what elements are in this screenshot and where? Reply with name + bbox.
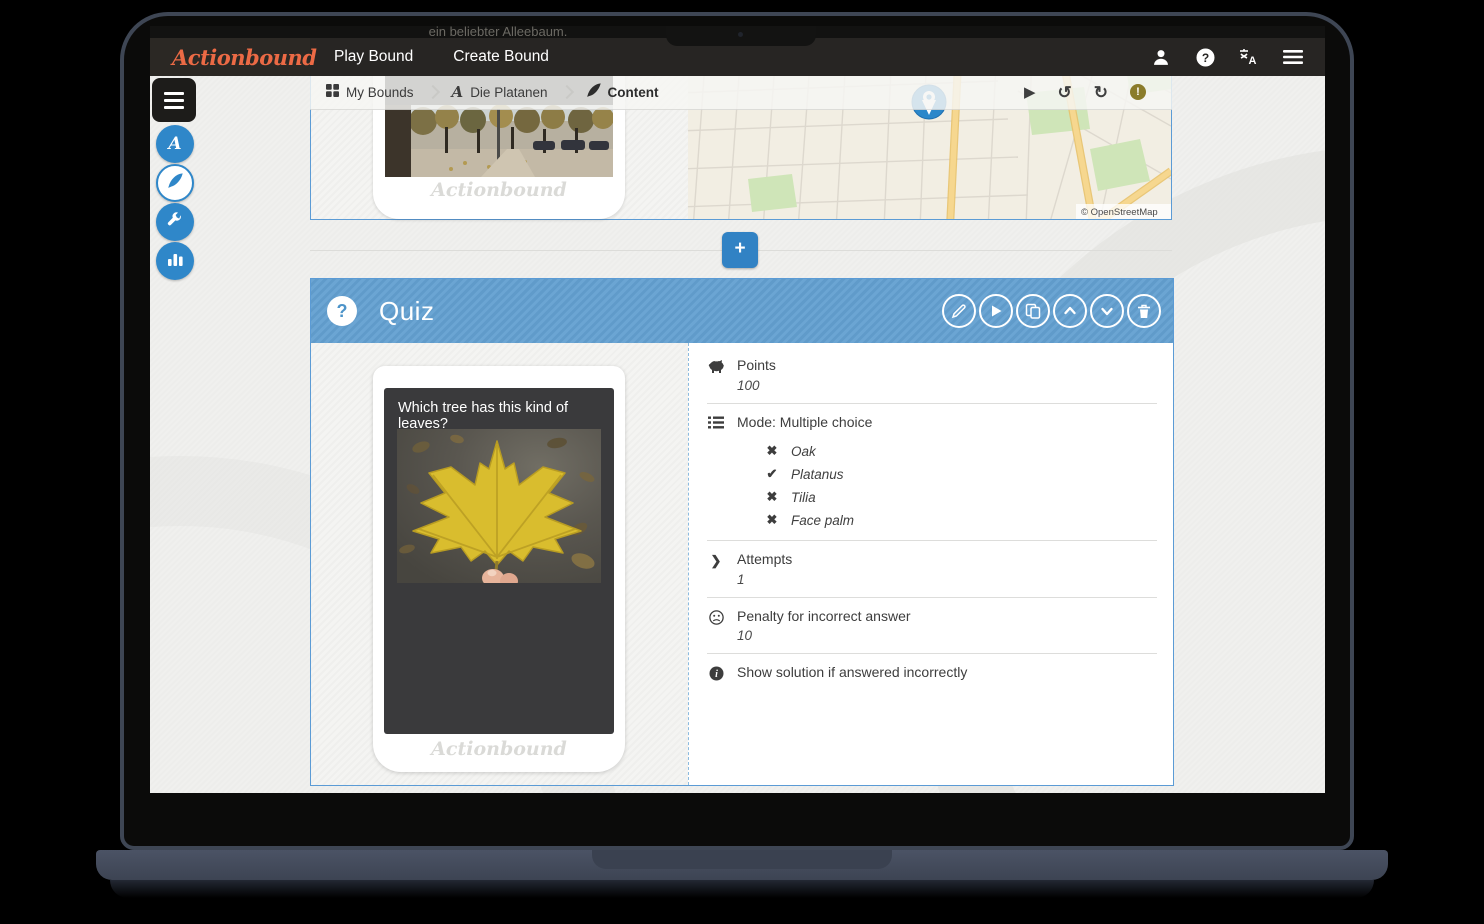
preview-play-button[interactable] (979, 294, 1013, 328)
svg-text:i: i (715, 669, 718, 680)
warning-icon[interactable]: ! (1130, 84, 1146, 100)
bound-a-icon: A (168, 134, 181, 154)
sidebar-item-content[interactable] (156, 164, 194, 202)
chevron-separator-icon (559, 85, 573, 99)
piggy-bank-icon (707, 357, 725, 373)
chevron-right-icon: ❯ (707, 551, 725, 569)
points-value: 100 (737, 378, 776, 393)
quiz-card-header: ? Quiz (311, 279, 1173, 343)
solution-label: Show solution if answered incorrectly (737, 664, 967, 682)
menu-icon[interactable] (1283, 47, 1303, 67)
wrong-mark-icon: ✖ (765, 443, 779, 459)
sidebar-menu-button[interactable] (152, 78, 196, 122)
penalty-row: Penalty for incorrect answer 10 (707, 608, 1157, 644)
camera-dot (738, 32, 743, 37)
wrong-mark-icon: ✖ (765, 489, 779, 505)
sidebar-item-statistics[interactable] (156, 242, 194, 280)
answers-list: ✖ Oak ✔ Platanus ✖ Tilia ✖ (765, 443, 1157, 528)
penalty-value: 10 (737, 628, 911, 643)
phone-preview-screen: Which tree has this kind of leaves? (384, 388, 614, 734)
solution-row: i Show solution if answered incorrectly (707, 664, 1157, 682)
points-label: Points (737, 357, 776, 375)
breadcrumb: My Bounds A Die Platanen Content ▶ ↺ ↻ ! (310, 75, 1172, 110)
svg-text:?: ? (1201, 51, 1208, 65)
sidebar-item-settings[interactable] (156, 203, 194, 241)
quiz-question-text: Which tree has this kind of leaves? (398, 400, 598, 432)
wrench-icon (167, 212, 183, 233)
question-mark-icon: ? (327, 296, 357, 326)
laptop-base-shadow (110, 880, 1374, 898)
info-icon: i (707, 664, 725, 681)
tab-play-bound[interactable]: Play Bound (334, 48, 413, 66)
mode-label: Mode: Multiple choice (737, 414, 1157, 432)
add-element-button[interactable]: + (722, 232, 758, 268)
attempts-label: Attempts (737, 551, 792, 569)
quiz-settings-pane: Points 100 Mode: Multiple choice ✖ Oak (688, 343, 1173, 785)
feather-icon (167, 173, 183, 194)
answer-row: ✖ Tilia (765, 489, 1157, 505)
frown-face-icon (707, 608, 725, 625)
list-icon (707, 414, 725, 429)
answer-row: ✖ Face palm (765, 512, 1157, 528)
attempts-row: ❯ Attempts 1 (707, 551, 1157, 587)
mode-row: Mode: Multiple choice ✖ Oak ✔ Platanus ✖ (707, 414, 1157, 531)
play-bound-icon[interactable]: ▶ (1024, 85, 1036, 100)
laptop-screen: Actionbound (150, 26, 1325, 793)
bar-chart-icon (168, 252, 183, 271)
breadcrumb-item-bound[interactable]: A Die Platanen (452, 83, 548, 101)
scrolled-partial-text: ein beliebter Alleebaum. (384, 26, 612, 38)
wrong-mark-icon: ✖ (765, 512, 779, 528)
edit-button[interactable] (942, 294, 976, 328)
tab-create-bound[interactable]: Create Bound (453, 48, 549, 66)
chevron-separator-icon (425, 85, 439, 99)
laptop-base-notch (592, 850, 892, 869)
sidebar-item-bound[interactable]: A (156, 125, 194, 163)
feather-icon (586, 83, 601, 101)
street-trees-photo (385, 105, 613, 177)
actionbound-logo[interactable]: Actionbound (150, 45, 316, 70)
penalty-label: Penalty for incorrect answer (737, 608, 911, 626)
svg-text:A: A (1249, 55, 1257, 66)
help-icon[interactable]: ? (1195, 47, 1215, 67)
map-attribution[interactable]: © OpenStreetMap (1081, 207, 1158, 218)
quiz-card: ? Quiz (310, 278, 1174, 786)
undo-icon[interactable]: ↺ (1058, 84, 1072, 101)
actionbound-watermark: Actionbound (373, 179, 625, 201)
delete-button[interactable] (1127, 294, 1161, 328)
bound-a-icon: A (452, 83, 464, 101)
correct-mark-icon: ✔ (765, 466, 779, 482)
grid-icon (326, 84, 339, 100)
actionbound-watermark: Actionbound (373, 738, 625, 760)
duplicate-button[interactable] (1016, 294, 1050, 328)
move-down-button[interactable] (1090, 294, 1124, 328)
language-icon[interactable]: A (1239, 47, 1259, 67)
quiz-preview-pane: Which tree has this kind of leaves? (311, 343, 688, 785)
phone-preview-frame: Which tree has this kind of leaves? (373, 366, 625, 772)
redo-icon[interactable]: ↻ (1094, 84, 1108, 101)
logo-box[interactable]: Actionbound (150, 38, 310, 76)
account-icon[interactable] (1151, 47, 1171, 67)
leaf-photo (397, 429, 601, 583)
answer-row: ✖ Oak (765, 443, 1157, 459)
breadcrumb-item-content[interactable]: Content (586, 83, 659, 101)
move-up-button[interactable] (1053, 294, 1087, 328)
attempts-value: 1 (737, 572, 792, 587)
quiz-title: Quiz (379, 296, 434, 327)
breadcrumb-item-my-bounds[interactable]: My Bounds (326, 84, 414, 100)
answer-row: ✔ Platanus (765, 466, 1157, 482)
points-row: Points 100 (707, 357, 1157, 393)
